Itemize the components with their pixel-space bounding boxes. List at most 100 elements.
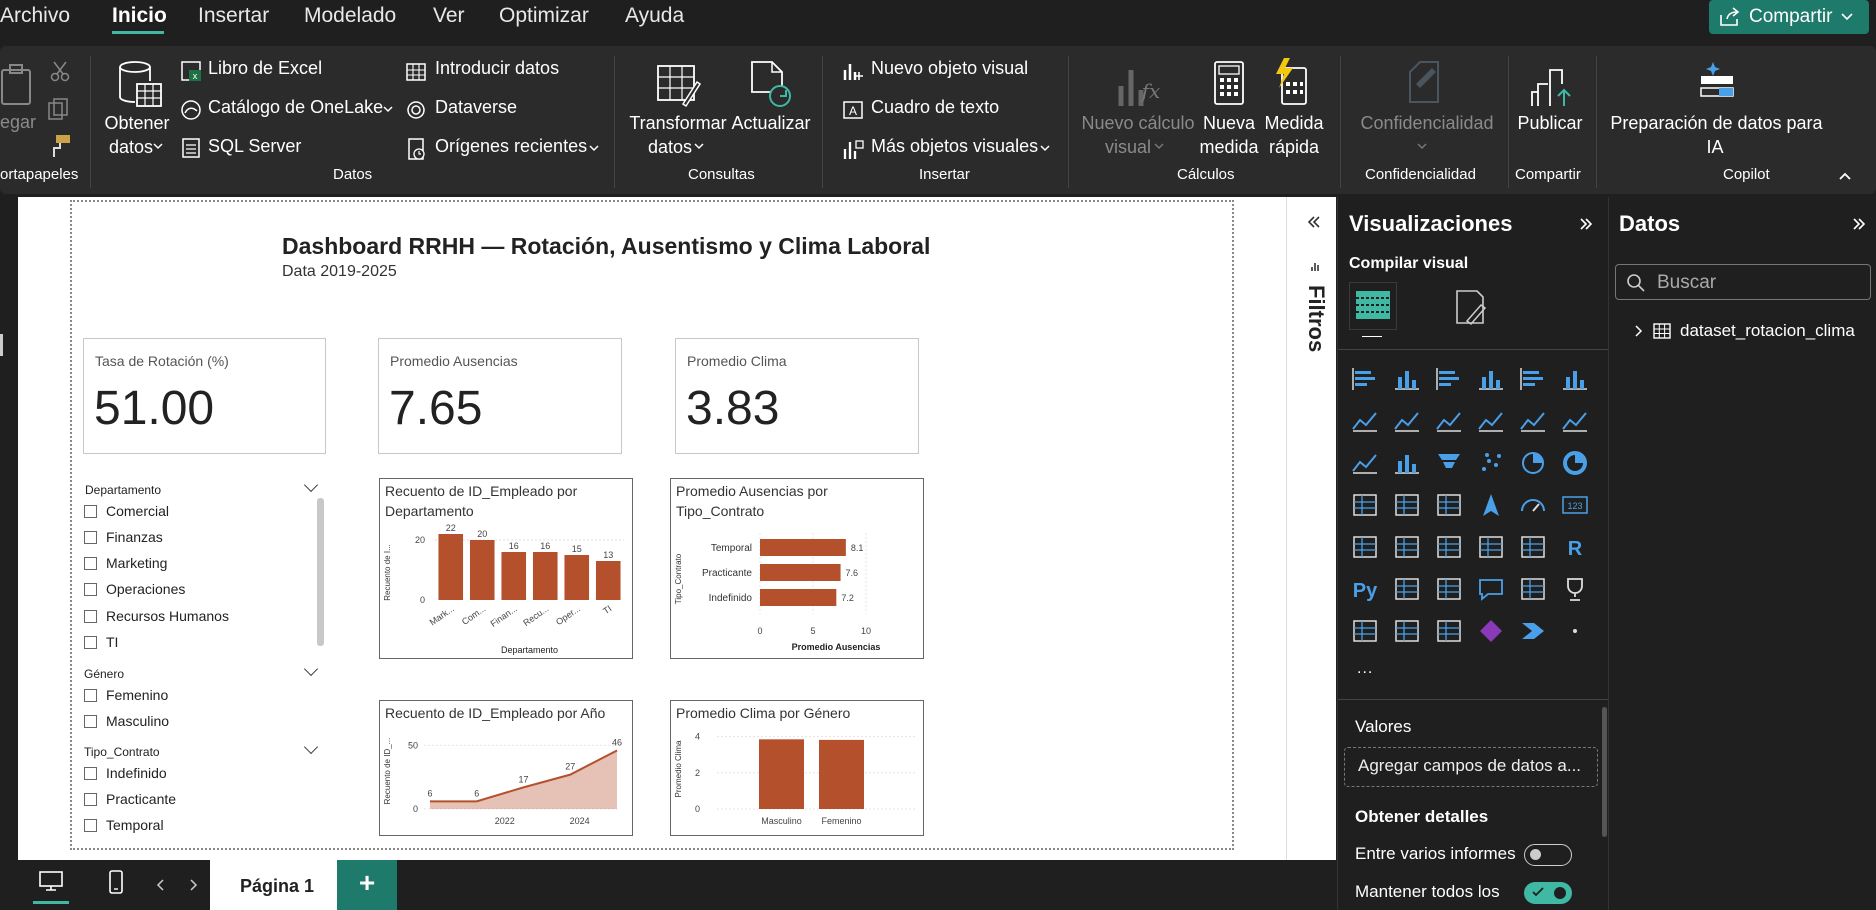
copy-icon[interactable]: [46, 97, 70, 121]
r-visual-icon[interactable]: R: [1560, 533, 1590, 561]
gauge-icon[interactable]: [1518, 491, 1548, 519]
checkbox[interactable]: [84, 688, 97, 702]
100-area-icon[interactable]: [1476, 407, 1506, 435]
get-data-icon[interactable]: [117, 60, 163, 110]
kpi-icon[interactable]: [1392, 533, 1422, 561]
line-column-icon[interactable]: [1518, 407, 1548, 435]
pie-icon[interactable]: [1518, 449, 1548, 477]
collapse-pane-icon[interactable]: [1852, 218, 1866, 230]
cut-icon[interactable]: [50, 60, 70, 82]
page-tab[interactable]: Página 1: [210, 860, 337, 910]
decomposition-tree-icon[interactable]: [1434, 575, 1464, 603]
menu-archivo[interactable]: Archivo: [0, 4, 70, 28]
more-visuals-button[interactable]: Más objetos visuales: [871, 136, 1038, 157]
qna-icon[interactable]: [1476, 575, 1506, 603]
get-data-label-2[interactable]: datos: [104, 135, 158, 159]
new-visual-button[interactable]: Nuevo objeto visual: [871, 58, 1028, 79]
line-icon[interactable]: [1350, 407, 1380, 435]
slicer-item[interactable]: Indefinido: [84, 765, 167, 781]
add-page-button[interactable]: +: [337, 860, 397, 910]
slicer-item[interactable]: Marketing: [84, 555, 167, 571]
more-visuals-ellipsis[interactable]: ...: [1357, 660, 1373, 678]
data-prep-label-2[interactable]: IA: [1700, 135, 1730, 159]
slicer-item[interactable]: Comercial: [84, 503, 169, 519]
new-slicer-icon[interactable]: [1434, 617, 1464, 645]
donut-icon[interactable]: [1560, 449, 1590, 477]
textbox-button[interactable]: Cuadro de texto: [871, 97, 999, 118]
paginated-icon[interactable]: [1350, 617, 1380, 645]
viz-scrollbar[interactable]: [1602, 707, 1607, 837]
transform-data-icon[interactable]: [655, 60, 701, 110]
new-measure-label-1[interactable]: Nueva: [1199, 111, 1259, 135]
desktop-view-icon[interactable]: [38, 870, 64, 892]
sql-server-button[interactable]: SQL Server: [208, 136, 301, 157]
slicer-item[interactable]: Recursos Humanos: [84, 608, 229, 624]
refresh-label[interactable]: Actualizar: [728, 111, 814, 135]
menu-ver[interactable]: Ver: [433, 4, 465, 28]
format-visual-icon[interactable]: [1451, 287, 1491, 327]
power-apps-icon[interactable]: [1476, 617, 1506, 645]
keep-filters-toggle[interactable]: [1524, 882, 1572, 904]
slicer-item[interactable]: Masculino: [84, 713, 169, 729]
clustered-column-icon[interactable]: [1476, 365, 1506, 393]
publish-icon[interactable]: [1528, 60, 1574, 108]
checkbox[interactable]: [84, 818, 97, 832]
checkbox[interactable]: [84, 766, 97, 780]
filled-map-icon[interactable]: [1434, 491, 1464, 519]
enter-data-button[interactable]: Introducir datos: [435, 58, 559, 79]
chart-clima-genero[interactable]: Promedio Clima 0 2 4 Masculino Femenino Prome…: [670, 700, 924, 836]
scatter-icon[interactable]: [1476, 449, 1506, 477]
data-prep-label-1[interactable]: Preparación de datos para: [1604, 111, 1829, 135]
dataverse-button[interactable]: Dataverse: [435, 97, 517, 118]
onelake-button[interactable]: Catálogo de OneLake: [208, 97, 383, 118]
filters-pane-collapsed[interactable]: Filtros: [1286, 197, 1336, 860]
transform-label-1[interactable]: Transformar: [628, 111, 728, 135]
slicer-item[interactable]: TI: [84, 634, 118, 650]
prev-page-icon[interactable]: [156, 878, 166, 892]
publish-label[interactable]: Publicar: [1512, 111, 1588, 135]
chart-empleados-anio[interactable]: Recuento de ID_... 0 50 6 6 17 27 46 2022 2024 Re…: [379, 700, 633, 836]
checkbox[interactable]: [84, 714, 97, 728]
chevron-right-icon[interactable]: [1634, 324, 1644, 338]
next-page-icon[interactable]: [188, 878, 198, 892]
azure-map-icon[interactable]: [1476, 491, 1506, 519]
checkbox[interactable]: [84, 504, 97, 518]
calculator-icon[interactable]: [1212, 60, 1246, 106]
kpi-card-rotacion[interactable]: Tasa de Rotación (%) 51.00: [83, 338, 326, 454]
slicer-item[interactable]: Finanzas: [84, 529, 163, 545]
stacked-column-icon[interactable]: [1392, 365, 1422, 393]
menu-modelado[interactable]: Modelado: [304, 4, 396, 28]
checkbox[interactable]: [84, 582, 97, 596]
pane-toggle-handle[interactable]: [0, 334, 3, 356]
power-automate-icon[interactable]: [1518, 617, 1548, 645]
collapse-pane-icon[interactable]: [1579, 218, 1593, 230]
card-icon[interactable]: 123: [1560, 491, 1590, 519]
transform-label-2[interactable]: datos: [640, 135, 700, 159]
funnel-icon[interactable]: [1434, 449, 1464, 477]
filters-label[interactable]: Filtros: [1299, 285, 1329, 365]
paste-icon[interactable]: [0, 62, 36, 106]
python-visual-icon[interactable]: Py: [1350, 575, 1380, 603]
get-data-label-1[interactable]: Obtener: [104, 111, 170, 135]
excel-button[interactable]: Libro de Excel: [208, 58, 322, 79]
slicer-icon[interactable]: [1434, 533, 1464, 561]
checkbox[interactable]: [84, 635, 97, 649]
checkbox[interactable]: [84, 609, 97, 623]
chart-empleados-departamento[interactable]: Recuento de I... 0 20 22 Mark... 20 Com... 16 Fi…: [379, 478, 633, 659]
slicer-item[interactable]: Operaciones: [84, 581, 185, 597]
build-visual-tab[interactable]: [1349, 282, 1397, 330]
key-influencers-icon[interactable]: [1392, 575, 1422, 603]
slicer-scrollbar[interactable]: [317, 498, 324, 646]
menu-optimizar[interactable]: Optimizar: [499, 4, 589, 28]
expand-filters-icon[interactable]: [1307, 216, 1321, 228]
matrix-icon[interactable]: [1518, 533, 1548, 561]
stacked-bar-icon[interactable]: [1350, 365, 1380, 393]
format-painter-icon[interactable]: [46, 133, 72, 159]
kpi-card-ausencias[interactable]: Promedio Ausencias 7.65: [378, 338, 622, 454]
clustered-bar-icon[interactable]: [1434, 365, 1464, 393]
line-clustered-icon[interactable]: [1560, 407, 1590, 435]
search-input[interactable]: Buscar: [1615, 264, 1871, 300]
checkbox[interactable]: [84, 530, 97, 544]
chart-ausencias-contrato[interactable]: Tipo_Contrato 0 5 10 Temporal 8.1 Practicante 7…: [670, 478, 924, 659]
checkbox[interactable]: [84, 792, 97, 806]
